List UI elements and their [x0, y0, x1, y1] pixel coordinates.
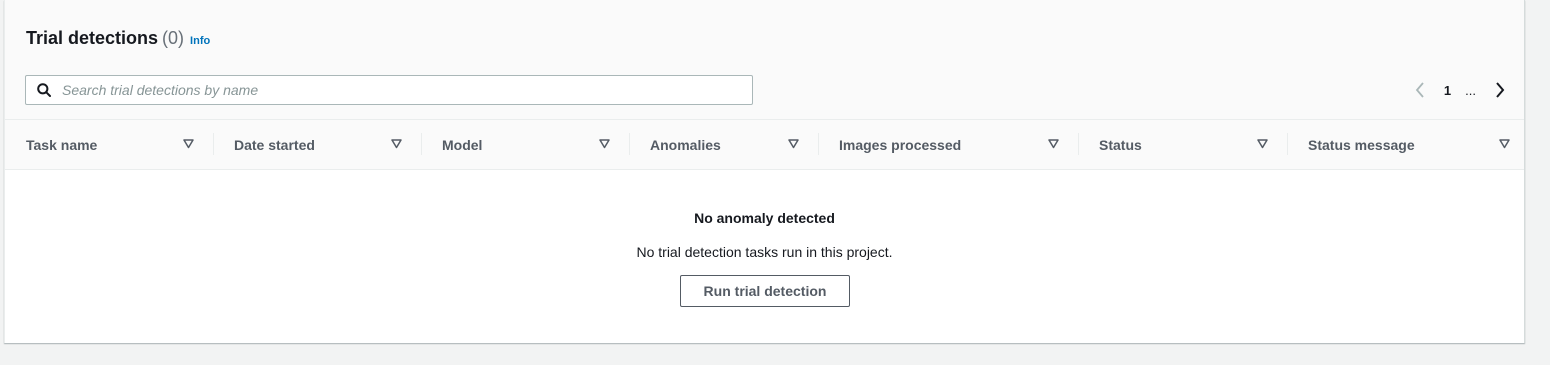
caret-down-icon: [788, 139, 799, 149]
title-row: Trial detections (0) Info: [26, 28, 210, 49]
run-trial-detection-button[interactable]: Run trial detection: [680, 275, 850, 307]
column-label: Task name: [26, 136, 98, 153]
next-page-button[interactable]: [1490, 82, 1510, 98]
column-header-status-message[interactable]: Status message: [1288, 120, 1524, 169]
empty-state: No anomaly detected No trial detection t…: [5, 170, 1524, 343]
caret-down-icon: [391, 139, 402, 149]
column-label: Images processed: [839, 136, 962, 153]
column-label: Status message: [1308, 136, 1415, 153]
column-header-date-started[interactable]: Date started: [214, 120, 422, 169]
pagination-ellipsis: ...: [1465, 82, 1476, 98]
search-input[interactable]: [60, 76, 752, 104]
column-header-status[interactable]: Status: [1079, 120, 1288, 169]
empty-state-description: No trial detection tasks run in this pro…: [636, 244, 893, 260]
info-link[interactable]: Info: [190, 35, 210, 47]
search-box[interactable]: [25, 75, 753, 105]
column-label: Model: [442, 136, 483, 153]
caret-down-icon: [1499, 139, 1510, 149]
chevron-left-icon: [1415, 82, 1424, 98]
column-header-model[interactable]: Model: [422, 120, 630, 169]
chevron-right-icon: [1496, 82, 1505, 98]
caret-down-icon: [183, 139, 194, 149]
caret-down-icon: [1257, 139, 1268, 149]
column-label: Status: [1099, 136, 1142, 153]
item-count: (0): [162, 28, 185, 48]
table-header: Task name Date started Model Anomalies I…: [5, 120, 1524, 170]
page-title: Trial detections: [26, 28, 159, 48]
caret-down-icon: [1048, 139, 1059, 149]
panel-header: Trial detections (0) Info 1 ...: [5, 0, 1524, 120]
column-header-images-processed[interactable]: Images processed: [819, 120, 1079, 169]
pagination: 1 ...: [1410, 78, 1510, 102]
search-icon: [37, 83, 51, 97]
column-header-anomalies[interactable]: Anomalies: [630, 120, 819, 169]
column-label: Date started: [234, 136, 315, 153]
empty-state-title: No anomaly detected: [694, 210, 835, 226]
previous-page-button[interactable]: [1410, 82, 1430, 98]
caret-down-icon: [599, 139, 610, 149]
column-header-task-name[interactable]: Task name: [5, 120, 214, 169]
column-label: Anomalies: [650, 136, 721, 153]
page-number-1[interactable]: 1: [1444, 83, 1451, 98]
trial-detections-panel: Trial detections (0) Info 1 ...: [4, 0, 1525, 343]
